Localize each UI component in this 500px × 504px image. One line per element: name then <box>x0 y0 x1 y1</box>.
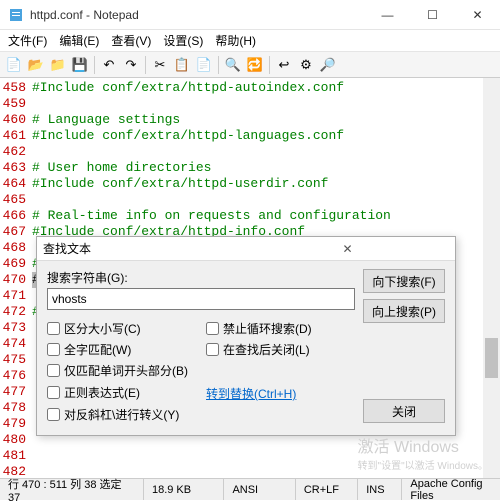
line-number: 470 <box>0 272 32 288</box>
vertical-scrollbar[interactable] <box>483 78 500 478</box>
line-number: 460 <box>0 112 32 128</box>
copy-icon[interactable]: 📋 <box>172 55 192 75</box>
paste-icon[interactable]: 📄 <box>194 55 214 75</box>
app-icon <box>8 7 24 23</box>
search-input[interactable] <box>47 288 355 310</box>
line-text[interactable]: #Include conf/extra/httpd-userdir.conf <box>32 176 328 192</box>
toolbar: 📄 📂 📁 💾 ↶ ↷ ✂ 📋 📄 🔍 🔁 ↩ ⚙ 🔎 <box>0 52 500 78</box>
line-text[interactable]: # Real-time info on requests and configu… <box>32 208 391 224</box>
line-number: 480 <box>0 432 32 448</box>
line-number: 458 <box>0 80 32 96</box>
dialog-titlebar[interactable]: 查找文本 ✕ <box>37 237 455 261</box>
code-line[interactable]: 461#Include conf/extra/httpd-languages.c… <box>0 128 500 144</box>
separator <box>218 56 219 74</box>
search-down-button[interactable]: 向下搜索(F) <box>363 269 445 293</box>
status-ins: INS <box>358 479 402 500</box>
dialog-close-button[interactable]: 关闭 <box>363 399 445 423</box>
window-title: httpd.conf - Notepad <box>30 8 365 22</box>
search-up-button[interactable]: 向上搜索(P) <box>363 299 445 323</box>
code-line[interactable]: 466# Real-time info on requests and conf… <box>0 208 500 224</box>
status-bar: 行 470 : 511 列 38 选定 37 18.9 KB ANSI CR+L… <box>0 478 500 500</box>
status-filetype: Apache Config Files <box>402 479 500 500</box>
line-number: 474 <box>0 336 32 352</box>
status-position: 行 470 : 511 列 38 选定 37 <box>0 479 144 500</box>
chk-backslash[interactable]: 对反斜杠\进行转义(Y) <box>47 406 196 423</box>
new-icon[interactable]: 📄 <box>4 55 24 75</box>
line-number: 467 <box>0 224 32 240</box>
code-line[interactable]: 465 <box>0 192 500 208</box>
code-line[interactable]: 460# Language settings <box>0 112 500 128</box>
chk-noloop[interactable]: 禁止循环搜索(D) <box>206 320 355 337</box>
dialog-title: 查找文本 <box>43 240 246 257</box>
line-text[interactable]: #Include conf/extra/httpd-languages.conf <box>32 128 344 144</box>
chk-startonly[interactable]: 仅匹配单词开头部分(B) <box>47 362 196 379</box>
chk-wholeword[interactable]: 全字匹配(W) <box>47 341 196 358</box>
code-line[interactable]: 482 <box>0 464 500 476</box>
line-number: 482 <box>0 464 32 476</box>
line-text[interactable]: # User home directories <box>32 160 211 176</box>
status-encoding: ANSI <box>224 479 295 500</box>
zoom-icon[interactable]: 🔎 <box>318 55 338 75</box>
redo-icon[interactable]: ↷ <box>121 55 141 75</box>
wordwrap-icon[interactable]: ↩ <box>274 55 294 75</box>
scrollbar-thumb[interactable] <box>485 338 498 378</box>
line-number: 477 <box>0 384 32 400</box>
save-icon[interactable]: 💾 <box>70 55 90 75</box>
title-bar: httpd.conf - Notepad — ☐ ✕ <box>0 0 500 30</box>
menu-view[interactable]: 查看(V) <box>107 30 155 51</box>
search-label: 搜索字符串(G): <box>47 269 355 286</box>
separator <box>269 56 270 74</box>
line-number: 481 <box>0 448 32 464</box>
line-number: 461 <box>0 128 32 144</box>
cut-icon[interactable]: ✂ <box>150 55 170 75</box>
status-size: 18.9 KB <box>144 479 224 500</box>
line-number: 466 <box>0 208 32 224</box>
line-number: 476 <box>0 368 32 384</box>
status-eol: CR+LF <box>296 479 358 500</box>
line-number: 463 <box>0 160 32 176</box>
open-icon[interactable]: 📂 <box>26 55 46 75</box>
menu-help[interactable]: 帮助(H) <box>211 30 260 51</box>
maximize-button[interactable]: ☐ <box>410 0 455 30</box>
menu-file[interactable]: 文件(F) <box>4 30 51 51</box>
line-number: 464 <box>0 176 32 192</box>
chk-closeafter[interactable]: 在查找后关闭(L) <box>206 341 355 358</box>
replace-icon[interactable]: 🔁 <box>245 55 265 75</box>
find-dialog: 查找文本 ✕ 搜索字符串(G): 区分大小写(C) 禁止循环搜索(D) 全字匹配… <box>36 236 456 436</box>
goto-replace-link[interactable]: 转到替换(Ctrl+H) <box>206 385 355 402</box>
line-number: 478 <box>0 400 32 416</box>
find-icon[interactable]: 🔍 <box>223 55 243 75</box>
code-line[interactable]: 462 <box>0 144 500 160</box>
separator <box>145 56 146 74</box>
dialog-close-icon[interactable]: ✕ <box>246 242 449 256</box>
close-button[interactable]: ✕ <box>455 0 500 30</box>
chk-regex[interactable]: 正则表达式(E) <box>47 383 196 402</box>
line-number: 479 <box>0 416 32 432</box>
code-line[interactable]: 458#Include conf/extra/httpd-autoindex.c… <box>0 80 500 96</box>
line-number: 469 <box>0 256 32 272</box>
line-number: 468 <box>0 240 32 256</box>
menu-settings[interactable]: 设置(S) <box>159 30 207 51</box>
chk-case[interactable]: 区分大小写(C) <box>47 320 196 337</box>
code-line[interactable]: 463# User home directories <box>0 160 500 176</box>
minimize-button[interactable]: — <box>365 0 410 30</box>
code-line[interactable]: 459 <box>0 96 500 112</box>
browse-icon[interactable]: 📁 <box>48 55 68 75</box>
menu-bar: 文件(F) 编辑(E) 查看(V) 设置(S) 帮助(H) <box>0 30 500 52</box>
undo-icon[interactable]: ↶ <box>99 55 119 75</box>
line-number: 459 <box>0 96 32 112</box>
code-line[interactable]: 481 <box>0 448 500 464</box>
line-text[interactable]: #Include conf/extra/httpd-autoindex.conf <box>32 80 344 96</box>
line-number: 462 <box>0 144 32 160</box>
line-number: 475 <box>0 352 32 368</box>
separator <box>94 56 95 74</box>
line-number: 472 <box>0 304 32 320</box>
code-line[interactable]: 464#Include conf/extra/httpd-userdir.con… <box>0 176 500 192</box>
line-number: 465 <box>0 192 32 208</box>
line-number: 473 <box>0 320 32 336</box>
line-text[interactable]: # Language settings <box>32 112 180 128</box>
settings-icon[interactable]: ⚙ <box>296 55 316 75</box>
line-number: 471 <box>0 288 32 304</box>
menu-edit[interactable]: 编辑(E) <box>55 30 103 51</box>
